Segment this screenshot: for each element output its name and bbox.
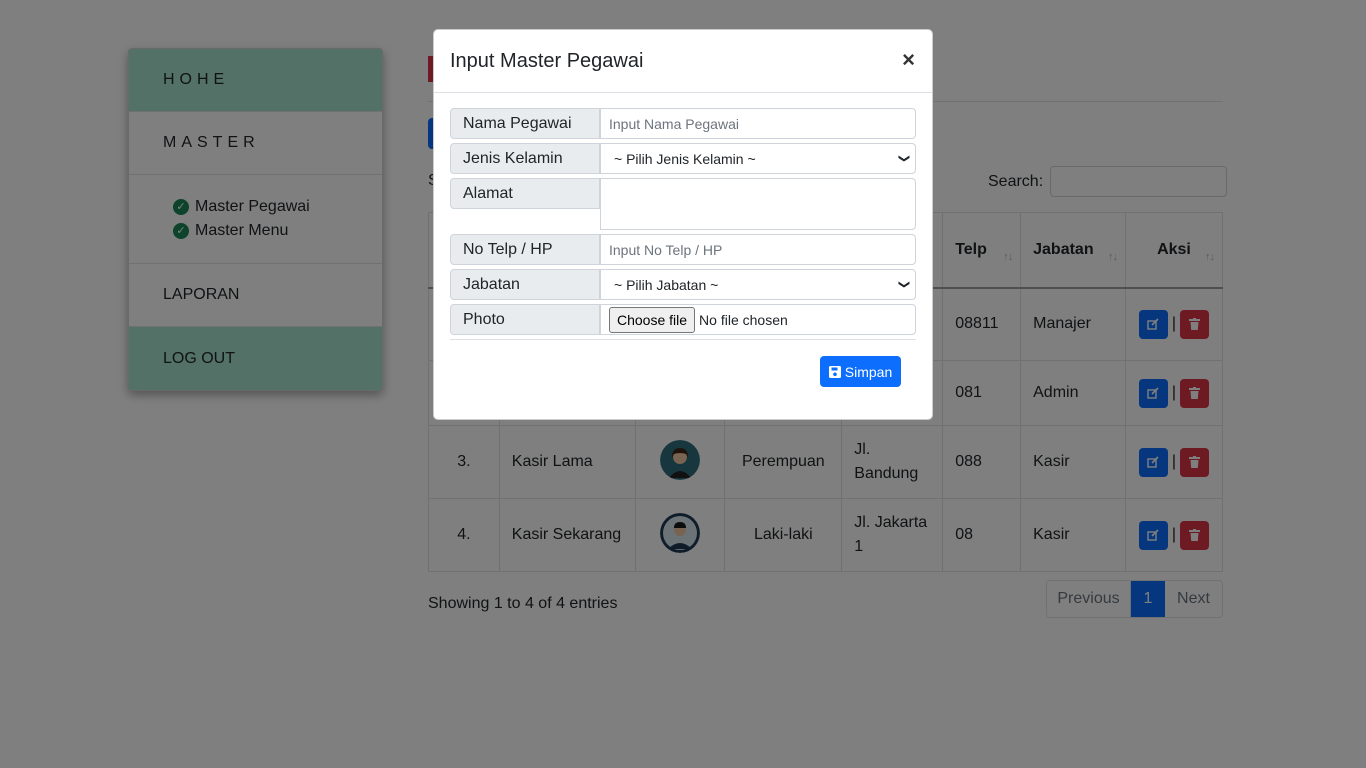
input-pegawai-modal: Input Master Pegawai × Nama Pegawai Inpu… [433,29,933,420]
save-button[interactable]: Simpan [820,356,901,387]
form-row-photo: Photo Choose file No file chosen [450,304,916,335]
alamat-label: Alamat [450,178,600,209]
telp-label: No Telp / HP [450,234,600,265]
modal-header: Input Master Pegawai [434,30,932,93]
nama-pegawai-input[interactable]: Input Nama Pegawai [600,108,916,139]
form-row-telp: No Telp / HP Input No Telp / HP [450,234,916,265]
choose-file-button[interactable]: Choose file [609,306,696,333]
save-icon [828,365,841,378]
modal-title: Input Master Pegawai [450,49,644,72]
form-row-alamat: Alamat [450,178,916,230]
close-icon[interactable]: × [902,49,915,71]
form-row-nama: Nama Pegawai Input Nama Pegawai [450,108,916,139]
jabatan-label: Jabatan [450,269,600,300]
photo-file-input: Choose file No file chosen [600,304,916,335]
jabatan-select[interactable]: ~ Pilih Jabatan ~ ❯ [600,269,916,300]
jabatan-selected: ~ Pilih Jabatan ~ [614,276,719,293]
alamat-textarea[interactable] [600,178,916,230]
photo-label: Photo [450,304,600,335]
telp-input[interactable]: Input No Telp / HP [600,234,916,265]
file-status: No file chosen [699,311,788,328]
chevron-down-icon: ❯ [897,279,910,290]
jenis-kelamin-selected: ~ Pilih Jenis Kelamin ~ [614,150,756,167]
form-row-jabatan: Jabatan ~ Pilih Jabatan ~ ❯ [450,269,916,300]
jenis-kelamin-select[interactable]: ~ Pilih Jenis Kelamin ~ ❯ [600,143,916,174]
jenis-kelamin-label: Jenis Kelamin [450,143,600,174]
divider [450,339,916,340]
form-row-jenis-kelamin: Jenis Kelamin ~ Pilih Jenis Kelamin ~ ❯ [450,143,916,174]
save-label: Simpan [844,363,893,380]
nama-pegawai-label: Nama Pegawai [450,108,600,139]
chevron-down-icon: ❯ [897,153,910,164]
